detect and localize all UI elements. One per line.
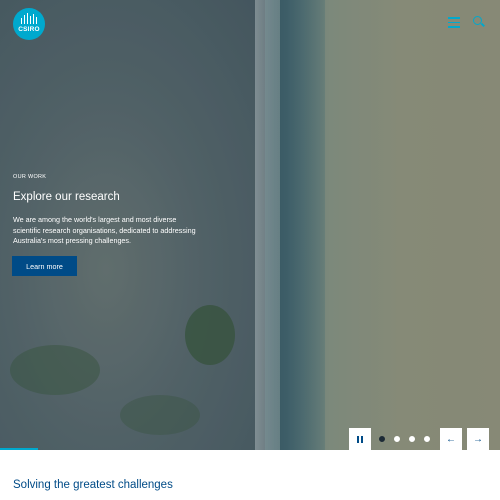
- pause-icon: [356, 430, 364, 448]
- carousel-dot-2[interactable]: [394, 436, 400, 442]
- hero-title: Explore our research: [13, 191, 120, 203]
- carousel-dot-3[interactable]: [409, 436, 415, 442]
- csiro-logo[interactable]: CSIRO: [13, 8, 45, 40]
- previous-slide-button[interactable]: ←: [440, 428, 462, 450]
- section-title: Solving the greatest challenges: [13, 479, 173, 491]
- hamburger-menu-icon[interactable]: [448, 17, 460, 29]
- carousel-dots: [373, 428, 436, 450]
- next-slide-button[interactable]: →: [467, 428, 489, 450]
- carousel-dot-1[interactable]: [379, 436, 385, 442]
- arrow-left-icon: ←: [446, 433, 456, 445]
- logo-text: CSIRO: [18, 26, 40, 33]
- search-icon[interactable]: [473, 16, 485, 28]
- hero-description: We are among the world's largest and mos…: [13, 215, 196, 245]
- carousel-dot-4[interactable]: [424, 436, 430, 442]
- slide-progress-bar: [0, 448, 38, 450]
- learn-more-button[interactable]: Learn more: [12, 256, 77, 276]
- pause-button[interactable]: [349, 428, 371, 450]
- arrow-right-icon: →: [473, 433, 483, 445]
- logo-bars-icon: [20, 13, 38, 24]
- hero-eyebrow: OUR WORK: [13, 174, 47, 180]
